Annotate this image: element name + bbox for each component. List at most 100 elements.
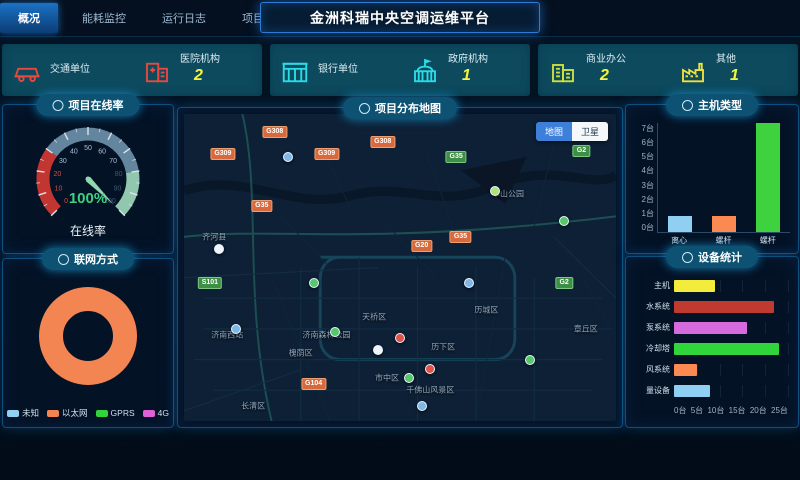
- project-marker[interactable]: [559, 216, 569, 226]
- legend-item-4G[interactable]: 4G: [143, 407, 169, 419]
- nav-tab-0[interactable]: 概况: [0, 3, 58, 33]
- legend-swatch: [143, 410, 155, 417]
- project-marker[interactable]: [417, 401, 427, 411]
- stat-label: 医院机构: [180, 54, 220, 67]
- host-icon: [682, 100, 693, 111]
- hbar-风系统: [674, 364, 697, 376]
- legend-swatch: [47, 410, 59, 417]
- bar-离心: [668, 216, 692, 232]
- gauge-value: 100%: [69, 190, 107, 207]
- host-type-chart: 7台6台5台4台3台2台1台0台 离心螺杆螺杆: [632, 123, 790, 247]
- project-marker[interactable]: [395, 333, 405, 343]
- legend-swatch: [7, 410, 19, 417]
- svg-text:10: 10: [55, 186, 63, 193]
- hbar-label: 量设备: [630, 385, 674, 396]
- stat-item: 医院机构 2: [132, 50, 262, 91]
- x-axis: 0台5台10台15台20台25台: [674, 405, 788, 416]
- stats-row: 交通单位 医院机构 2 银行单位: [2, 44, 798, 96]
- road-badge: G20: [411, 240, 432, 252]
- project-marker[interactable]: [231, 324, 241, 334]
- network-legend: 未知 以太网 GPRS 4G: [3, 407, 173, 419]
- hbar-row: 风系统: [630, 361, 788, 378]
- nav-tab-2[interactable]: 运行日志: [144, 0, 224, 36]
- project-marker[interactable]: [373, 345, 383, 355]
- hospital-icon: [142, 55, 172, 85]
- legend-item-未知[interactable]: 未知: [7, 407, 39, 419]
- hbar-row: 主机: [630, 277, 788, 294]
- device-stats-chart: 主机 水系统 泵系统 冷却塔 风系统 量设备: [630, 277, 788, 421]
- svg-text:30: 30: [59, 158, 67, 165]
- stat-label: 其他: [716, 54, 739, 67]
- panel-online-rate: 项目在线率 0102030405060708090100 100% 在线率: [2, 104, 174, 254]
- project-marker[interactable]: [464, 278, 474, 288]
- y-axis: 7台6台5台4台3台2台1台0台: [632, 123, 657, 247]
- page-title-text: 金洲科瑞中央空调运维平台: [310, 8, 490, 28]
- panel-network-mode: 联网方式 未知 以太网 GPRS 4G: [2, 258, 174, 428]
- stat-item: 其他 1: [668, 50, 798, 91]
- bank-icon: [280, 55, 310, 85]
- hbar-label: 冷却塔: [630, 343, 674, 354]
- legend-item-GPRS[interactable]: GPRS: [96, 407, 135, 419]
- stat-value: 2: [586, 66, 626, 86]
- panel-online-rate-header: 项目在线率: [37, 94, 140, 116]
- place-label: 天桥区: [362, 311, 386, 322]
- project-marker[interactable]: [404, 373, 414, 383]
- factory-icon: [678, 55, 708, 85]
- bar-螺杆: [712, 216, 736, 232]
- svg-text:20: 20: [54, 171, 62, 178]
- road-badge: G309: [314, 148, 339, 160]
- place-label: 章丘区: [574, 323, 598, 334]
- hbar-label: 风系统: [630, 364, 674, 375]
- gauge-label: 在线率: [70, 223, 106, 238]
- map-btn-地图[interactable]: 地图: [536, 122, 572, 141]
- project-marker[interactable]: [309, 278, 319, 288]
- road-badge: G308: [262, 126, 287, 138]
- stat-label: 政府机构: [448, 54, 488, 67]
- road-badge: G2: [573, 145, 590, 157]
- road-badge: G2: [555, 277, 572, 289]
- project-marker[interactable]: [525, 355, 535, 365]
- top-navbar: 概况能耗监控运行日志项目列表视频监控 金洲科瑞中央空调运维平台: [0, 0, 800, 37]
- hbar-row: 冷却塔: [630, 340, 788, 357]
- donut-ring: [51, 299, 125, 373]
- svg-text:80: 80: [115, 171, 123, 178]
- project-marker[interactable]: [490, 186, 500, 196]
- stat-value: 2: [180, 66, 220, 86]
- hbar-row: 水系统: [630, 298, 788, 315]
- road-badge: G35: [251, 200, 272, 212]
- hbar-冷却塔: [674, 343, 779, 355]
- place-label: 齐河县: [202, 231, 226, 242]
- device-icon: [682, 252, 693, 263]
- panel-project-map: 项目分布地图 G308G309G308G309: [177, 107, 623, 428]
- project-marker[interactable]: [283, 152, 293, 162]
- map-roads: [184, 114, 616, 421]
- project-marker[interactable]: [214, 244, 224, 254]
- hbar-主机: [674, 280, 715, 292]
- map-btn-卫星[interactable]: 卫星: [572, 122, 608, 141]
- bar-螺杆: [756, 123, 780, 232]
- place-label: 槐荫区: [289, 348, 313, 359]
- nav-tab-1[interactable]: 能耗监控: [64, 0, 144, 36]
- legend-item-以太网[interactable]: 以太网: [47, 407, 88, 419]
- panel-project-map-header: 项目分布地图: [343, 97, 457, 119]
- project-marker[interactable]: [425, 364, 435, 374]
- panel-host-type: 主机类型 7台6台5台4台3台2台1台0台 离心螺杆螺杆: [625, 104, 799, 254]
- panel-device-stats: 设备统计 主机 水系统 泵系统 冷却塔 风系统 量设备: [625, 256, 799, 428]
- place-label: 长清区: [241, 400, 265, 411]
- svg-text:50: 50: [84, 145, 92, 152]
- legend-swatch: [96, 410, 108, 417]
- svg-text:70: 70: [109, 158, 117, 165]
- bar-plot: [657, 123, 790, 233]
- map-icon: [359, 103, 370, 114]
- panel-host-type-header: 主机类型: [666, 94, 758, 116]
- panel-title: 设备统计: [698, 249, 742, 265]
- place-label: 济南森林公园: [303, 330, 351, 341]
- panel-device-stats-header: 设备统计: [666, 246, 758, 268]
- map-canvas[interactable]: G308G309G308G309G35G35G2G20G35S101G104G2…: [184, 114, 616, 421]
- road-badge: S101: [198, 277, 222, 289]
- stat-item: 银行单位: [270, 51, 400, 89]
- project-marker[interactable]: [330, 327, 340, 337]
- map-type-toggle: 地图卫星: [536, 122, 608, 141]
- hbar-水系统: [674, 301, 774, 313]
- place-label: 历下区: [431, 342, 455, 353]
